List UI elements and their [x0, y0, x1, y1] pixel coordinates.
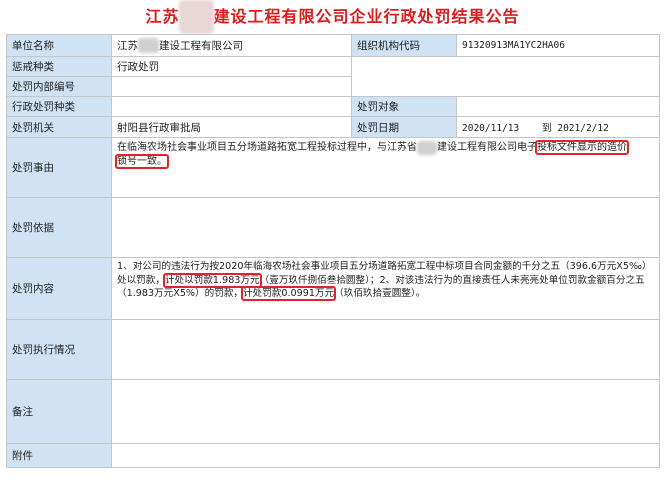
table-row: 处罚事由 在临海农场社会事业项目五分场道路拓宽工程投标过程中，与江苏省某某建设工…	[6, 137, 660, 198]
table-row: 备注	[6, 379, 660, 444]
page-title: 江苏某某建设工程有限公司企业行政处罚结果公告	[0, 0, 665, 34]
content-value: 1、对公司的违法行为按2020年临海农场社会事业项目五分场道路拓宽工程中标项目合…	[111, 257, 660, 320]
date-value: 2020/11/13 到 2021/2/12	[456, 116, 660, 138]
content-label: 处罚内容	[6, 257, 112, 320]
highlight-box: 投标文件显示的造价	[535, 140, 629, 155]
remark-label: 备注	[6, 379, 112, 444]
target-value	[456, 96, 660, 117]
table-row: 附件	[6, 443, 660, 468]
org-code-value: 91320913MA1YC2HA06	[456, 34, 660, 57]
attach-label: 附件	[6, 443, 112, 468]
authority-value: 射阳县行政审批局	[111, 116, 352, 138]
date-label: 处罚日期	[351, 116, 457, 138]
table-row: 行政处罚种类 处罚对象	[6, 96, 660, 117]
masked-text: 某某	[138, 38, 159, 53]
unit-name-label: 单位名称	[6, 34, 112, 57]
internal-no-label: 处罚内部编号	[6, 76, 112, 97]
masked-text: 某某	[179, 0, 214, 34]
empty-cell	[351, 56, 660, 97]
highlight-box: 锁号一致。	[115, 154, 169, 169]
target-label: 处罚对象	[351, 96, 457, 117]
unit-name-value: 江苏某某建设工程有限公司	[111, 34, 352, 57]
table-row: 单位名称 江苏某某建设工程有限公司 组织机构代码 91320913MA1YC2H…	[6, 34, 660, 57]
table-row: 处罚执行情况	[6, 319, 660, 380]
exec-label: 处罚执行情况	[6, 319, 112, 380]
reason-label: 处罚事由	[6, 137, 112, 198]
basis-value	[111, 197, 660, 258]
reason-value: 在临海农场社会事业项目五分场道路拓宽工程投标过程中，与江苏省某某建设工程有限公司…	[111, 137, 660, 198]
internal-no-value	[111, 76, 352, 97]
authority-label: 处罚机关	[6, 116, 112, 138]
table-row: 处罚依据	[6, 197, 660, 258]
exec-value	[111, 319, 660, 380]
table-row: 处罚内容 1、对公司的违法行为按2020年临海农场社会事业项目五分场道路拓宽工程…	[6, 257, 660, 320]
highlight-box: 计处罚款0.0991万元	[241, 286, 337, 301]
attach-value	[111, 443, 660, 468]
admin-type-label: 行政处罚种类	[6, 96, 112, 117]
masked-text: 某某	[417, 141, 437, 155]
punish-type-value: 行政处罚	[111, 56, 352, 77]
remark-value	[111, 379, 660, 444]
basis-label: 处罚依据	[6, 197, 112, 258]
org-code-label: 组织机构代码	[351, 34, 457, 57]
table-row: 惩戒种类 行政处罚	[6, 56, 660, 97]
penalty-table: 单位名称 江苏某某建设工程有限公司 组织机构代码 91320913MA1YC2H…	[6, 34, 660, 468]
table-row: 处罚机关 射阳县行政审批局 处罚日期 2020/11/13 到 2021/2/1…	[6, 116, 660, 138]
highlight-box: 计处以罚款1.983万元	[162, 272, 262, 288]
admin-type-value	[111, 96, 352, 117]
punish-type-label: 惩戒种类	[6, 56, 112, 77]
